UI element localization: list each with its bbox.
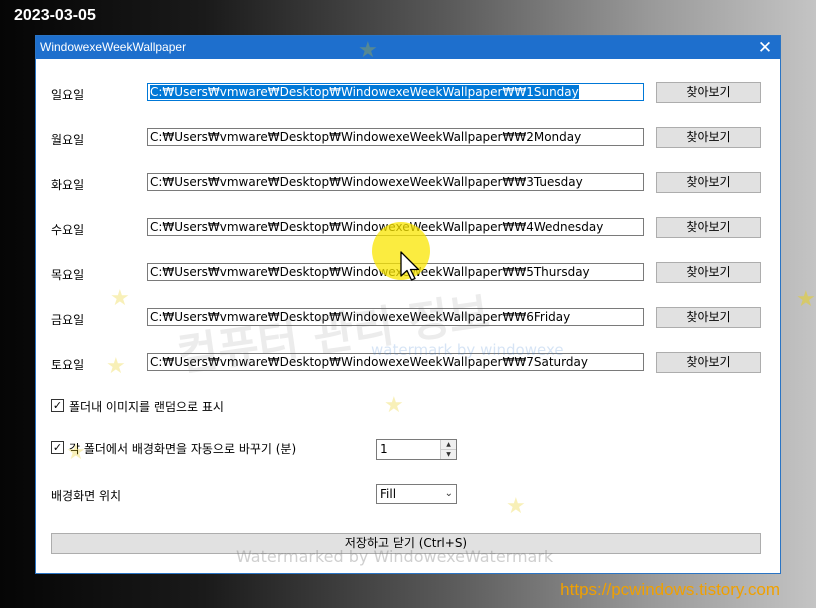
star-icon: ★ [384,393,404,418]
chevron-down-icon: ⌄ [444,488,453,499]
close-icon[interactable]: ✕ [750,36,780,59]
app-window: WindowexeWeekWallpaper ✕ 일요일 C:₩Users₩vm… [36,36,780,573]
position-label: 배경화면 위치 [51,489,122,503]
interval-spinner[interactable]: 1 ▲ ▼ [376,439,457,460]
random-checkbox[interactable]: ✓ [51,399,64,412]
checkmark-icon: ✓ [52,441,63,454]
day-label-saturday: 토요일 [51,358,85,372]
path-input-tuesday[interactable]: C:₩Users₩vmware₩Desktop₩WindowexeWeekWal… [147,173,644,191]
path-input-monday[interactable]: C:₩Users₩vmware₩Desktop₩WindowexeWeekWal… [147,128,644,146]
path-input-sunday[interactable]: C:₩Users₩vmware₩Desktop₩WindowexeWeekWal… [147,83,644,101]
path-input-thursday[interactable]: C:₩Users₩vmware₩Desktop₩WindowexeWeekWal… [147,263,644,281]
spinner-arrows: ▲ ▼ [440,440,456,459]
title-bar[interactable]: WindowexeWeekWallpaper ✕ [36,36,780,59]
spinner-up-icon[interactable]: ▲ [441,440,456,450]
save-close-button[interactable]: 저장하고 닫기 (Ctrl+S) [51,533,761,554]
star-icon: ★ [106,354,126,379]
browse-button-monday[interactable]: 찾아보기 [656,127,761,148]
day-label-sunday: 일요일 [51,88,85,102]
day-label-thursday: 목요일 [51,268,85,282]
browse-button-tuesday[interactable]: 찾아보기 [656,172,761,193]
path-input-wednesday[interactable]: C:₩Users₩vmware₩Desktop₩WindowexeWeekWal… [147,218,644,236]
day-label-wednesday: 수요일 [51,223,85,237]
browse-button-wednesday[interactable]: 찾아보기 [656,217,761,238]
auto-change-label: 각 폴더에서 배경화면을 자동으로 바꾸기 (분) [69,442,297,456]
spinner-down-icon[interactable]: ▼ [441,450,456,459]
date-overlay: 2023-03-05 [14,7,96,24]
url-overlay: https://pcwindows.tistory.com [560,580,780,599]
browse-button-friday[interactable]: 찾아보기 [656,307,761,328]
auto-change-checkbox[interactable]: ✓ [51,441,64,454]
random-label: 폴더내 이미지를 랜덤으로 표시 [69,400,224,414]
star-icon: ★ [110,286,130,311]
checkmark-icon: ✓ [52,399,63,412]
day-label-tuesday: 화요일 [51,178,85,192]
position-select[interactable]: Fill ⌄ [376,484,457,504]
path-input-friday[interactable]: C:₩Users₩vmware₩Desktop₩WindowexeWeekWal… [147,308,644,326]
browse-button-sunday[interactable]: 찾아보기 [656,82,761,103]
interval-value: 1 [380,442,388,456]
browse-button-thursday[interactable]: 찾아보기 [656,262,761,283]
window-title: WindowexeWeekWallpaper [40,40,187,54]
position-value: Fill [380,487,397,501]
browse-button-saturday[interactable]: 찾아보기 [656,352,761,373]
star-icon: ★ [796,287,816,312]
day-label-friday: 금요일 [51,313,85,327]
path-input-saturday[interactable]: C:₩Users₩vmware₩Desktop₩WindowexeWeekWal… [147,353,644,371]
star-icon: ★ [506,494,526,519]
day-label-monday: 월요일 [51,133,85,147]
